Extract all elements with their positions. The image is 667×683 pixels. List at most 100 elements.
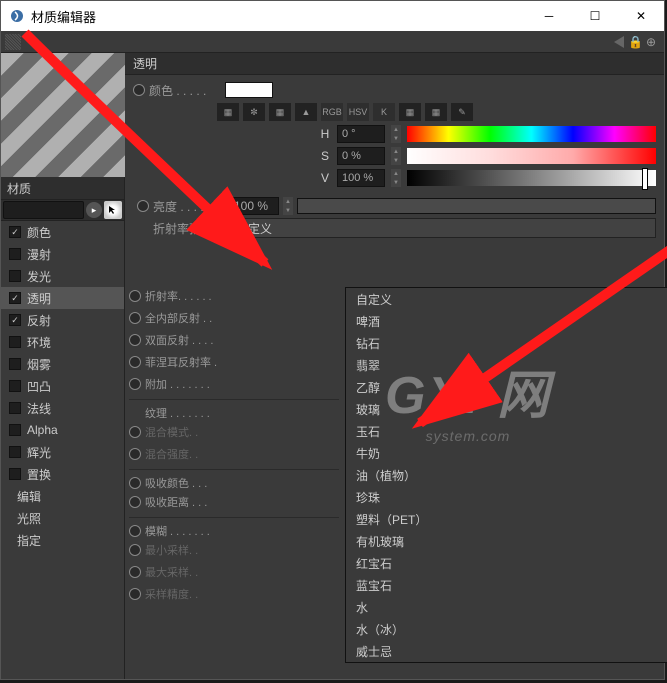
material-preview[interactable]	[1, 53, 125, 177]
channel-透明[interactable]: 透明	[1, 287, 124, 309]
action-编辑[interactable]: 编辑	[1, 485, 124, 507]
brightness-slider[interactable]	[297, 198, 656, 214]
minimize-button[interactable]: ─	[526, 1, 572, 31]
channel-发光[interactable]: 发光	[1, 265, 124, 287]
brightness-radio[interactable]	[137, 200, 149, 212]
preset-option[interactable]: 水	[346, 596, 667, 618]
channel-checkbox[interactable]	[9, 446, 21, 458]
back-arrow-icon[interactable]	[614, 36, 624, 48]
preset-option[interactable]: 红宝石	[346, 552, 667, 574]
h-input[interactable]: 0 °	[337, 125, 385, 143]
preset-option[interactable]: 钻石	[346, 332, 667, 354]
channel-环境[interactable]: 环境	[1, 331, 124, 353]
menu-arrow-button[interactable]: ▸	[86, 202, 102, 218]
preset-option[interactable]: 蓝宝石	[346, 574, 667, 596]
add-icon[interactable]: ⊕	[646, 35, 660, 49]
s-spinner[interactable]: ▲▼	[391, 147, 401, 165]
channel-漫射[interactable]: 漫射	[1, 243, 124, 265]
preset-option[interactable]: 有机玻璃	[346, 530, 667, 552]
brightness-spinner[interactable]: ▲▼	[283, 197, 293, 215]
saturation-slider[interactable]	[407, 148, 656, 164]
color-mode-button-6[interactable]: K	[373, 103, 395, 121]
preset-option[interactable]: 油（植物）	[346, 464, 667, 486]
param-label: 最小采样. .	[145, 542, 198, 558]
brightness-input[interactable]: 100 %	[229, 197, 279, 215]
channel-置换[interactable]: 置换	[1, 463, 124, 485]
action-光照[interactable]: 光照	[1, 507, 124, 529]
color-mode-button-4[interactable]: RGB	[321, 103, 343, 121]
channel-list: 颜色漫射发光透明反射环境烟雾凹凸法线Alpha辉光置换编辑光照指定	[1, 221, 124, 679]
preset-option[interactable]: 啤酒	[346, 310, 667, 332]
channel-checkbox[interactable]	[9, 248, 21, 260]
lock-icon[interactable]: 🔒	[628, 35, 642, 49]
channel-法线[interactable]: 法线	[1, 397, 124, 419]
action-指定[interactable]: 指定	[1, 529, 124, 551]
preset-option[interactable]: 珍珠	[346, 486, 667, 508]
channel-Alpha[interactable]: Alpha	[1, 419, 124, 441]
maximize-button[interactable]: ☐	[572, 1, 618, 31]
channel-checkbox[interactable]	[9, 270, 21, 282]
param-radio[interactable]	[129, 356, 141, 368]
param-row: 采样精度. .	[129, 583, 339, 605]
preset-option[interactable]: 塑料（PET）	[346, 508, 667, 530]
param-radio[interactable]	[129, 448, 141, 460]
s-input[interactable]: 0 %	[337, 147, 385, 165]
param-label: 附加 . . . . . . .	[145, 376, 210, 392]
param-radio[interactable]	[129, 426, 141, 438]
color-mode-button-3[interactable]: ▲	[295, 103, 317, 121]
color-mode-button-8[interactable]: ▦	[425, 103, 447, 121]
color-mode-button-2[interactable]: ▦	[269, 103, 291, 121]
param-radio[interactable]	[129, 312, 141, 324]
refraction-preset-dropdown[interactable]: 自定义	[229, 218, 656, 238]
channel-反射[interactable]: 反射	[1, 309, 124, 331]
param-radio[interactable]	[129, 496, 141, 508]
picker-button[interactable]	[104, 201, 122, 219]
param-radio[interactable]	[129, 566, 141, 578]
preset-option[interactable]: 自定义	[346, 288, 667, 310]
param-label: 最大采样. .	[145, 564, 198, 580]
preset-option[interactable]: 翡翠	[346, 354, 667, 376]
color-mode-button-0[interactable]: ▦	[217, 103, 239, 121]
color-mode-button-9[interactable]: ✎	[451, 103, 473, 121]
param-radio[interactable]	[129, 525, 141, 537]
channel-checkbox[interactable]	[9, 358, 21, 370]
channel-烟雾[interactable]: 烟雾	[1, 353, 124, 375]
color-mode-button-1[interactable]: ✼	[243, 103, 265, 121]
channel-checkbox[interactable]	[9, 380, 21, 392]
channel-checkbox[interactable]	[9, 468, 21, 480]
material-name-input[interactable]	[3, 201, 84, 219]
value-slider[interactable]	[407, 170, 656, 186]
channel-checkbox[interactable]	[9, 336, 21, 348]
param-radio[interactable]	[129, 378, 141, 390]
param-radio[interactable]	[129, 334, 141, 346]
param-label: 模糊 . . . . . . .	[145, 523, 210, 539]
color-mode-button-7[interactable]: ▦	[399, 103, 421, 121]
preset-option[interactable]: 水（冰）	[346, 618, 667, 640]
preset-option[interactable]: 乙醇	[346, 376, 667, 398]
channel-checkbox[interactable]	[9, 314, 21, 326]
param-radio[interactable]	[129, 588, 141, 600]
param-radio[interactable]	[129, 544, 141, 556]
channel-checkbox[interactable]	[9, 424, 21, 436]
v-input[interactable]: 100 %	[337, 169, 385, 187]
channel-checkbox[interactable]	[9, 292, 21, 304]
param-radio[interactable]	[129, 477, 141, 489]
color-mode-button-5[interactable]: HSV	[347, 103, 369, 121]
preset-option[interactable]: 玻璃	[346, 398, 667, 420]
channel-checkbox[interactable]	[9, 402, 21, 414]
preset-option[interactable]: 玉石	[346, 420, 667, 442]
channel-凹凸[interactable]: 凹凸	[1, 375, 124, 397]
channel-checkbox[interactable]	[9, 226, 21, 238]
preset-option[interactable]: 牛奶	[346, 442, 667, 464]
channel-辉光[interactable]: 辉光	[1, 441, 124, 463]
param-radio[interactable]	[129, 290, 141, 302]
color-swatch[interactable]	[225, 82, 273, 98]
h-spinner[interactable]: ▲▼	[391, 125, 401, 143]
v-spinner[interactable]: ▲▼	[391, 169, 401, 187]
hue-slider[interactable]	[407, 126, 656, 142]
channel-颜色[interactable]: 颜色	[1, 221, 124, 243]
color-radio[interactable]	[133, 84, 145, 96]
preset-option[interactable]: 威士忌	[346, 640, 667, 662]
param-label: 纹理 . . . . . . .	[145, 405, 210, 421]
close-button[interactable]: ✕	[618, 1, 664, 31]
